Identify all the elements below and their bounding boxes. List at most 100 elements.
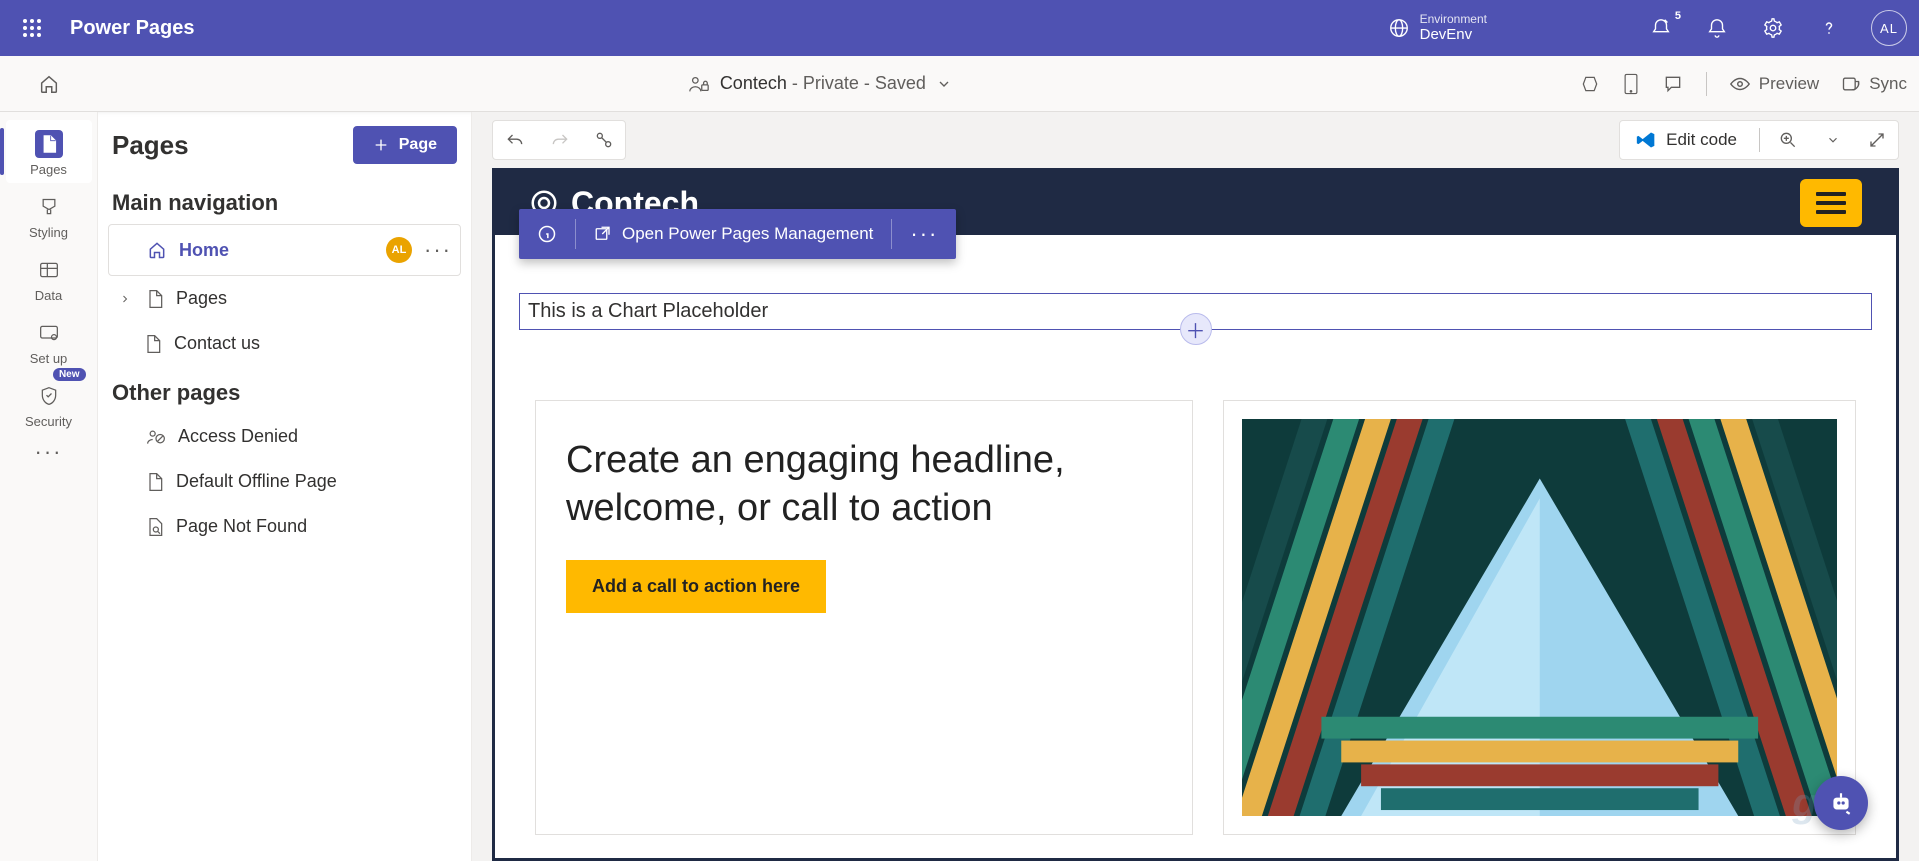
site-name: Contech - Private - Saved bbox=[720, 73, 926, 94]
page-icon bbox=[144, 334, 162, 354]
alerts-count: 5 bbox=[1675, 10, 1681, 22]
environment-picker[interactable]: Environment DevEnv bbox=[1388, 12, 1487, 44]
user-avatar[interactable]: AL bbox=[1871, 10, 1907, 46]
add-section-button[interactable]: ＋ bbox=[1180, 313, 1212, 345]
nav-item-contact-label: Contact us bbox=[174, 333, 260, 354]
waffle-icon bbox=[23, 19, 41, 37]
context-more-button[interactable]: ··· bbox=[892, 209, 956, 259]
globe-icon bbox=[1388, 17, 1410, 39]
pages-icon bbox=[35, 130, 63, 158]
shield-icon bbox=[35, 382, 63, 410]
rail-styling-label: Styling bbox=[6, 225, 92, 240]
rail-security-label: Security bbox=[6, 414, 92, 429]
table-icon bbox=[35, 256, 63, 284]
copilot-fab[interactable] bbox=[1814, 776, 1868, 830]
hero-text-section[interactable]: Create an engaging headline, welcome, or… bbox=[535, 400, 1193, 835]
feedback-button[interactable] bbox=[1662, 74, 1684, 94]
notifications-button[interactable] bbox=[1703, 14, 1731, 42]
plus-icon bbox=[373, 137, 389, 153]
other-pages-header: Other pages bbox=[108, 366, 461, 414]
rail-styling[interactable]: Styling bbox=[6, 183, 92, 246]
page-icon bbox=[146, 472, 164, 492]
canvas-toolbar: Edit code bbox=[472, 112, 1919, 168]
rail-more-button[interactable]: ··· bbox=[35, 439, 63, 465]
chevron-down-icon bbox=[936, 76, 952, 92]
vscode-icon bbox=[1636, 130, 1656, 150]
nav-item-access-denied-label: Access Denied bbox=[178, 426, 298, 447]
nav-item-pages-label: Pages bbox=[176, 288, 227, 309]
open-management-button[interactable]: Open Power Pages Management bbox=[576, 209, 891, 259]
chart-placeholder-section[interactable]: This is a Chart Placeholder ＋ bbox=[519, 293, 1872, 330]
main-nav-header: Main navigation bbox=[108, 176, 461, 224]
setup-icon bbox=[35, 319, 63, 347]
hero-image-section[interactable] bbox=[1223, 400, 1857, 835]
presence-badge: AL bbox=[386, 237, 412, 263]
site-status-text: - Private - Saved bbox=[787, 73, 926, 93]
link-button[interactable] bbox=[581, 120, 625, 160]
separator bbox=[1706, 72, 1707, 96]
page-icon bbox=[146, 289, 164, 309]
preview-stage: Contech Open Power Pages Management ··· … bbox=[492, 168, 1899, 861]
copilot-button[interactable] bbox=[1580, 74, 1600, 94]
rail-security[interactable]: New Security bbox=[6, 372, 92, 435]
alerts-button[interactable]: 5 bbox=[1647, 14, 1675, 42]
expand-button[interactable] bbox=[1854, 120, 1898, 160]
hero-image bbox=[1242, 419, 1838, 816]
nav-item-home-label: Home bbox=[179, 240, 229, 261]
environment-name: DevEnv bbox=[1420, 26, 1487, 44]
preview-button[interactable]: Preview bbox=[1729, 74, 1819, 94]
environment-label: Environment bbox=[1420, 12, 1487, 26]
canvas-area: Edit code Contech bbox=[472, 112, 1919, 861]
rail-data[interactable]: Data bbox=[6, 246, 92, 309]
home-button[interactable] bbox=[38, 73, 60, 95]
suite-bar: Power Pages Environment DevEnv 5 AL bbox=[0, 0, 1919, 56]
pages-panel: Pages Page Main navigation Home AL ··· P… bbox=[98, 112, 472, 861]
zoom-dropdown[interactable] bbox=[1810, 120, 1854, 160]
zoom-button[interactable] bbox=[1766, 120, 1810, 160]
site-menu-button[interactable] bbox=[1800, 179, 1862, 227]
nav-item-home[interactable]: Home AL ··· bbox=[108, 224, 461, 276]
undo-button[interactable] bbox=[493, 120, 537, 160]
app-title: Power Pages bbox=[70, 17, 195, 40]
open-management-label: Open Power Pages Management bbox=[622, 224, 873, 244]
mobile-preview-button[interactable] bbox=[1622, 73, 1640, 95]
rail-data-label: Data bbox=[6, 288, 92, 303]
nav-item-contact-us[interactable]: Contact us bbox=[108, 321, 461, 366]
nav-item-not-found[interactable]: Page Not Found bbox=[108, 504, 461, 549]
add-page-button[interactable]: Page bbox=[353, 126, 457, 164]
nav-item-not-found-label: Page Not Found bbox=[176, 516, 307, 537]
home-icon bbox=[147, 240, 167, 260]
nav-item-more-button[interactable]: ··· bbox=[424, 237, 452, 263]
brush-icon bbox=[35, 193, 63, 221]
sync-button[interactable]: Sync bbox=[1841, 74, 1907, 94]
pages-panel-title: Pages bbox=[112, 130, 189, 161]
command-bar: Contech - Private - Saved Preview Sync bbox=[0, 56, 1919, 112]
nav-item-offline[interactable]: Default Offline Page bbox=[108, 459, 461, 504]
person-denied-icon bbox=[146, 428, 166, 446]
hero-headline: Create an engaging headline, welcome, or… bbox=[566, 437, 1162, 532]
preview-label: Preview bbox=[1759, 74, 1819, 94]
app-launcher-button[interactable] bbox=[12, 8, 52, 48]
site-name-text: Contech bbox=[720, 73, 787, 93]
nav-item-offline-label: Default Offline Page bbox=[176, 471, 337, 492]
nav-item-pages[interactable]: Pages bbox=[108, 276, 461, 321]
rail-pages[interactable]: Pages bbox=[6, 120, 92, 183]
redo-button[interactable] bbox=[537, 120, 581, 160]
help-button[interactable] bbox=[1815, 14, 1843, 42]
hero-cta-button[interactable]: Add a call to action here bbox=[566, 560, 826, 613]
site-picker[interactable]: Contech - Private - Saved bbox=[60, 73, 1580, 95]
context-info-button[interactable] bbox=[519, 209, 575, 259]
page-search-icon bbox=[146, 517, 164, 537]
new-badge: New bbox=[53, 368, 86, 381]
nav-item-access-denied[interactable]: Access Denied bbox=[108, 414, 461, 459]
rail-pages-label: Pages bbox=[6, 162, 92, 177]
component-context-toolbar: Open Power Pages Management ··· bbox=[519, 209, 956, 259]
chart-placeholder-text: This is a Chart Placeholder bbox=[528, 300, 768, 322]
environment-text: Environment DevEnv bbox=[1420, 12, 1487, 44]
settings-button[interactable] bbox=[1759, 14, 1787, 42]
people-lock-icon bbox=[688, 73, 710, 95]
rail-setup-label: Set up bbox=[6, 351, 92, 366]
sync-label: Sync bbox=[1869, 74, 1907, 94]
rail-setup[interactable]: Set up bbox=[6, 309, 92, 372]
edit-code-button[interactable]: Edit code bbox=[1620, 130, 1753, 150]
